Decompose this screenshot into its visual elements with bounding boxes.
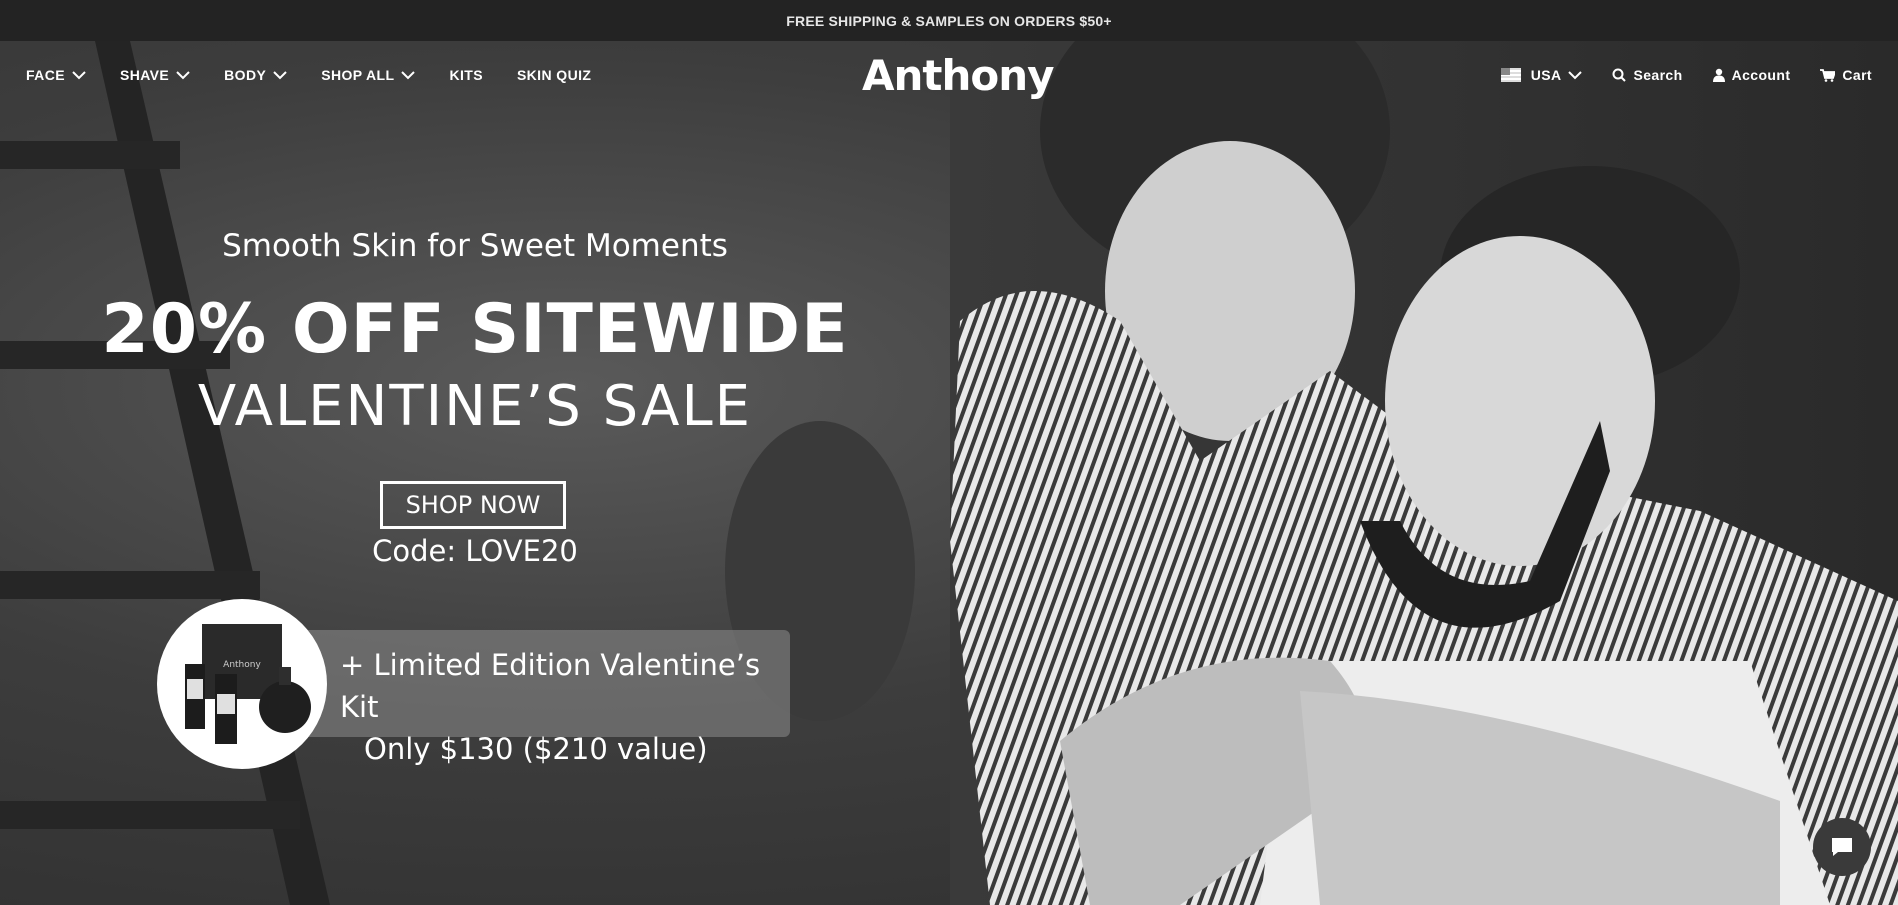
nav-item-skin-quiz[interactable]: SKIN QUIZ (517, 67, 591, 83)
country-label: USA (1530, 67, 1562, 83)
search-button[interactable]: Search (1612, 67, 1682, 83)
search-label: Search (1633, 67, 1683, 83)
user-icon (1712, 68, 1725, 82)
brand-logo[interactable]: Anthony (862, 51, 1055, 100)
nav-item-label: SKIN QUIZ (516, 67, 592, 83)
kit-box-label: Anthony (223, 660, 261, 670)
shop-now-button[interactable]: SHOP NOW (380, 481, 566, 529)
cart-icon (1820, 68, 1836, 82)
nav-item-label: FACE (26, 67, 65, 83)
chevron-down-icon (401, 70, 416, 79)
kit-products-graphic: Anthony (185, 624, 311, 744)
kit-offer-line1: + Limited Edition Valentine’s Kit (340, 648, 761, 724)
nav-item-shop-all[interactable]: SHOP ALL (321, 67, 416, 83)
nav-item-shave[interactable]: SHAVE (120, 67, 190, 83)
nav-item-face[interactable]: FACE (26, 67, 86, 83)
kit-offer-banner[interactable]: + Limited Edition Valentine’s Kit Only $… (290, 630, 790, 766)
hero-promo: Smooth Skin for Sweet Moments 20% OFF SI… (0, 41, 950, 905)
nav-item-label: KITS (449, 67, 483, 83)
us-flag-icon (1500, 68, 1521, 82)
announcement-bar: FREE SHIPPING & SAMPLES ON ORDERS $50+ (0, 0, 1898, 41)
chat-button[interactable] (1813, 818, 1871, 876)
chevron-down-icon (1568, 70, 1583, 79)
nav-item-body[interactable]: BODY (224, 67, 287, 83)
chevron-down-icon (72, 70, 86, 79)
kit-offer-line2: Only $130 ($210 value) (364, 732, 708, 766)
announcement-text: FREE SHIPPING & SAMPLES ON ORDERS $50+ (786, 12, 1112, 29)
nav-item-label: SHAVE (119, 67, 170, 83)
promo-code: Code: LOVE20 (372, 534, 578, 568)
account-label: Account (1731, 67, 1791, 83)
nav-left: FACE SHAVE BODY SHOP ALL KITS SKIN QUIZ (26, 67, 625, 83)
account-button[interactable]: Account (1712, 67, 1791, 83)
cart-label: Cart (1842, 67, 1872, 83)
chevron-down-icon (273, 70, 287, 79)
chevron-down-icon (176, 70, 190, 79)
nav-item-kits[interactable]: KITS (449, 67, 483, 83)
search-icon (1612, 68, 1627, 82)
cart-button[interactable]: Cart (1820, 67, 1872, 83)
kit-product-image[interactable]: Anthony (157, 599, 327, 769)
hero-sale-title: VALENTINE’S SALE (197, 374, 753, 439)
nav-right: USA Search Account Cart (1471, 67, 1872, 83)
nav-item-label: SHOP ALL (321, 67, 395, 83)
main-nav: FACE SHAVE BODY SHOP ALL KITS SKIN QUIZ … (0, 41, 1898, 109)
nav-item-label: BODY (224, 67, 267, 83)
country-selector[interactable]: USA (1500, 67, 1583, 83)
chat-bubble-icon (1832, 838, 1852, 856)
hero-subtitle: Smooth Skin for Sweet Moments (222, 228, 728, 264)
hero-headline: 20% OFF SITEWIDE (101, 290, 849, 369)
